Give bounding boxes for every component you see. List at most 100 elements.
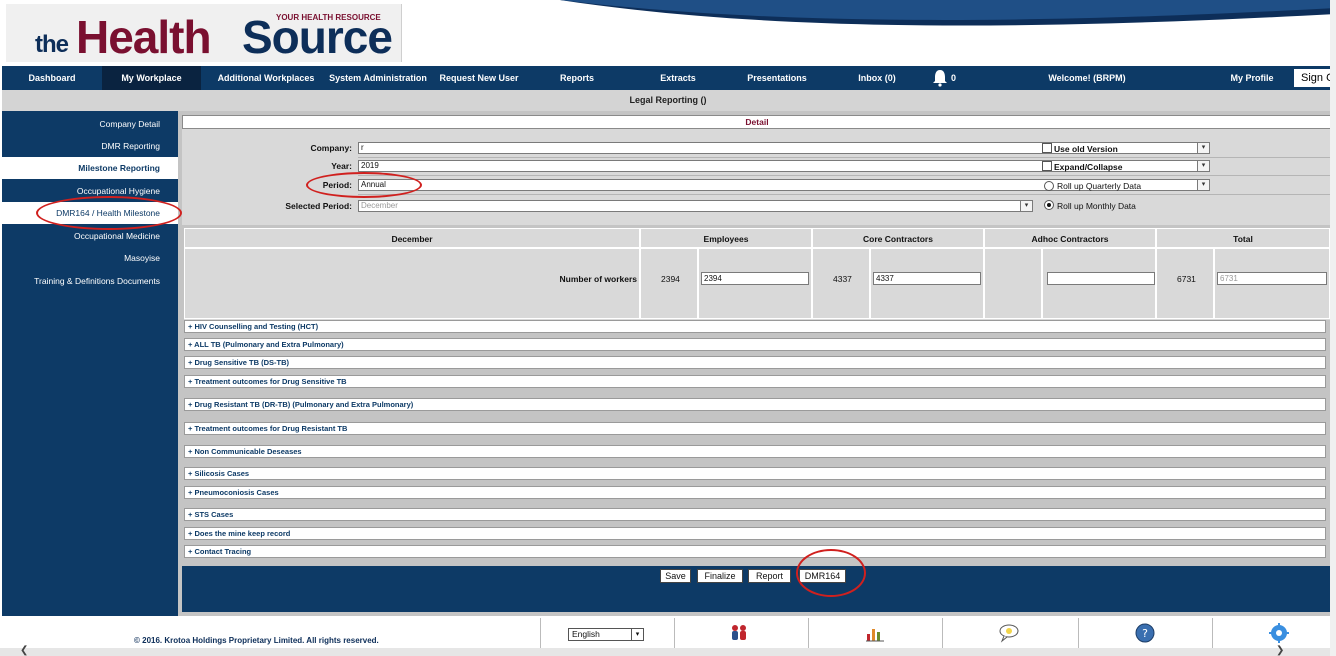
total-input-cell: 6731 bbox=[1214, 248, 1330, 319]
section-dr-tb[interactable]: + Drug Resistant TB (DR-TB) (Pulmonary a… bbox=[184, 398, 1326, 411]
rollup-monthly-label: Roll up Monthly Data bbox=[1057, 201, 1136, 211]
section-ds-tb-outcomes[interactable]: + Treatment outcomes for Drug Sensitive … bbox=[184, 375, 1326, 388]
use-old-version-checkbox[interactable] bbox=[1042, 143, 1052, 153]
nav-extracts[interactable]: Extracts bbox=[648, 66, 708, 90]
scroll-left-icon[interactable]: ❮ bbox=[20, 645, 28, 656]
chevron-down-icon: ▾ bbox=[1197, 143, 1209, 153]
nav-additional-workplaces[interactable]: Additional Workplaces bbox=[205, 66, 327, 90]
divider bbox=[1212, 618, 1213, 648]
selected-period-label: Selected Period: bbox=[285, 201, 352, 211]
row-label-cell: Number of workers bbox=[184, 248, 640, 319]
dmr164-button[interactable]: DMR164 bbox=[799, 569, 846, 583]
sidebar-item-milestone-reporting[interactable]: Milestone Reporting bbox=[2, 157, 178, 179]
expand-collapse-checkbox[interactable] bbox=[1042, 161, 1052, 171]
sidebar-item-masoyise[interactable]: Masoyise bbox=[2, 247, 178, 269]
action-bar-footer bbox=[182, 586, 1332, 612]
divider bbox=[358, 194, 1332, 195]
chart-icon[interactable] bbox=[864, 622, 886, 644]
detail-title: Detail bbox=[182, 115, 1332, 129]
logo[interactable]: the Health Source YOUR HEALTH RESOURCE bbox=[6, 4, 402, 63]
core-contractors-input[interactable]: 4337 bbox=[873, 272, 981, 285]
section-hct[interactable]: + HIV Counselling and Testing (HCT) bbox=[184, 320, 1326, 333]
copyright-text: © 2016. Krotoa Holdings Proprietary Limi… bbox=[134, 636, 379, 645]
sidebar-item-dmr164-health-milestone[interactable]: DMR164 / Health Milestone bbox=[2, 202, 178, 224]
section-all-tb[interactable]: + ALL TB (Pulmonary and Extra Pulmonary) bbox=[184, 338, 1326, 351]
header-december: December bbox=[184, 228, 640, 248]
nav-dashboard[interactable]: Dashboard bbox=[2, 66, 102, 90]
section-mine-record[interactable]: + Does the mine keep record bbox=[184, 527, 1326, 540]
chevron-down-icon: ▾ bbox=[1197, 161, 1209, 171]
core-input-cell: 4337 bbox=[870, 248, 984, 319]
section-ds-tb[interactable]: + Drug Sensitive TB (DS-TB) bbox=[184, 356, 1326, 369]
language-value: English bbox=[572, 629, 600, 639]
sidebar-item-dmr-reporting[interactable]: DMR Reporting bbox=[2, 135, 178, 157]
adhoc-contractors-input[interactable] bbox=[1047, 272, 1155, 285]
total-prev-cell: 6731 bbox=[1156, 248, 1214, 319]
sidebar-item-training-definitions[interactable]: Training & Definitions Documents bbox=[2, 270, 178, 292]
divider bbox=[1078, 618, 1079, 648]
adhoc-input-cell bbox=[1042, 248, 1156, 319]
divider bbox=[358, 157, 1332, 158]
sidebar-item-occupational-medicine[interactable]: Occupational Medicine bbox=[2, 225, 178, 247]
company-value: r bbox=[361, 143, 364, 152]
header-adhoc-contractors: Adhoc Contractors bbox=[984, 228, 1156, 248]
rollup-quarterly-radio[interactable] bbox=[1044, 181, 1054, 191]
save-button[interactable]: Save bbox=[660, 569, 691, 583]
employees-input-cell: 2394 bbox=[698, 248, 812, 319]
settings-badge-icon[interactable] bbox=[1268, 622, 1290, 644]
page-title: Legal Reporting () bbox=[2, 90, 1334, 111]
rollup-monthly-radio[interactable] bbox=[1044, 200, 1054, 210]
period-label: Period: bbox=[322, 180, 352, 190]
notification-count: 0 bbox=[951, 73, 957, 83]
use-old-version-label: Use old Version bbox=[1054, 144, 1118, 154]
logo-the: the bbox=[35, 31, 69, 58]
sidebar-item-occupational-hygiene[interactable]: Occupational Hygiene bbox=[2, 180, 178, 202]
divider bbox=[540, 618, 541, 648]
section-contact-tracing[interactable]: + Contact Tracing bbox=[184, 545, 1326, 558]
language-select[interactable]: English ▾ bbox=[568, 628, 644, 641]
period-value: Annual bbox=[361, 180, 386, 189]
finalize-button[interactable]: Finalize bbox=[697, 569, 743, 583]
nav-reports[interactable]: Reports bbox=[547, 66, 607, 90]
divider bbox=[808, 618, 809, 648]
bell-icon[interactable] bbox=[930, 68, 950, 88]
divider bbox=[358, 175, 1332, 176]
report-button[interactable]: Report bbox=[748, 569, 791, 583]
nav-my-workplace[interactable]: My Workplace bbox=[102, 66, 201, 90]
header-total: Total bbox=[1156, 228, 1330, 248]
total-input: 6731 bbox=[1217, 272, 1327, 285]
section-sts[interactable]: + STS Cases bbox=[184, 508, 1326, 521]
workers-table: December Employees Core Contractors Adho… bbox=[184, 228, 1330, 320]
number-of-workers-label: Number of workers bbox=[559, 274, 637, 284]
chevron-down-icon: ▾ bbox=[1020, 201, 1032, 211]
nav-presentations[interactable]: Presentations bbox=[737, 66, 817, 90]
filter-form: Company: r ▾ Use old Version Year: 2019 … bbox=[182, 129, 1332, 225]
nav-my-profile[interactable]: My Profile bbox=[1222, 66, 1282, 90]
header: the Health Source YOUR HEALTH RESOURCE bbox=[0, 0, 1336, 66]
nav-inbox[interactable]: Inbox (0) bbox=[847, 66, 907, 90]
vertical-scrollbar[interactable] bbox=[1330, 0, 1336, 656]
top-navigation: Dashboard My Workplace Additional Workpl… bbox=[2, 66, 1336, 90]
horizontal-scrollbar[interactable]: ❮ ❯ bbox=[0, 645, 1336, 656]
nav-system-administration[interactable]: System Administration bbox=[328, 66, 428, 90]
welcome-user: Welcome! (BRPM) bbox=[1048, 73, 1126, 83]
sidebar-item-company-detail[interactable]: Company Detail bbox=[2, 113, 178, 135]
employees-input[interactable]: 2394 bbox=[701, 272, 809, 285]
core-prev-value: 4337 bbox=[833, 274, 852, 284]
chevron-down-icon: ▾ bbox=[1197, 180, 1209, 190]
people-icon[interactable] bbox=[728, 622, 750, 644]
company-label: Company: bbox=[310, 143, 352, 153]
nav-request-new-user[interactable]: Request New User bbox=[435, 66, 523, 90]
selected-period-value: December bbox=[361, 201, 398, 210]
idea-bubble-icon[interactable] bbox=[998, 622, 1020, 644]
selected-period-select[interactable]: December ▾ bbox=[358, 200, 1033, 212]
help-icon[interactable]: ? bbox=[1134, 622, 1156, 644]
section-pneumoconiosis[interactable]: + Pneumoconiosis Cases bbox=[184, 486, 1326, 499]
section-silicosis[interactable]: + Silicosis Cases bbox=[184, 467, 1326, 480]
year-value: 2019 bbox=[361, 161, 379, 170]
scroll-right-icon[interactable]: ❯ bbox=[1276, 645, 1284, 656]
section-dr-tb-outcomes[interactable]: + Treatment outcomes for Drug Resistant … bbox=[184, 422, 1326, 435]
expand-collapse-label: Expand/Collapse bbox=[1054, 162, 1123, 172]
core-prev-cell: 4337 bbox=[812, 248, 870, 319]
section-non-communicable[interactable]: + Non Communicable Deseases bbox=[184, 445, 1326, 458]
